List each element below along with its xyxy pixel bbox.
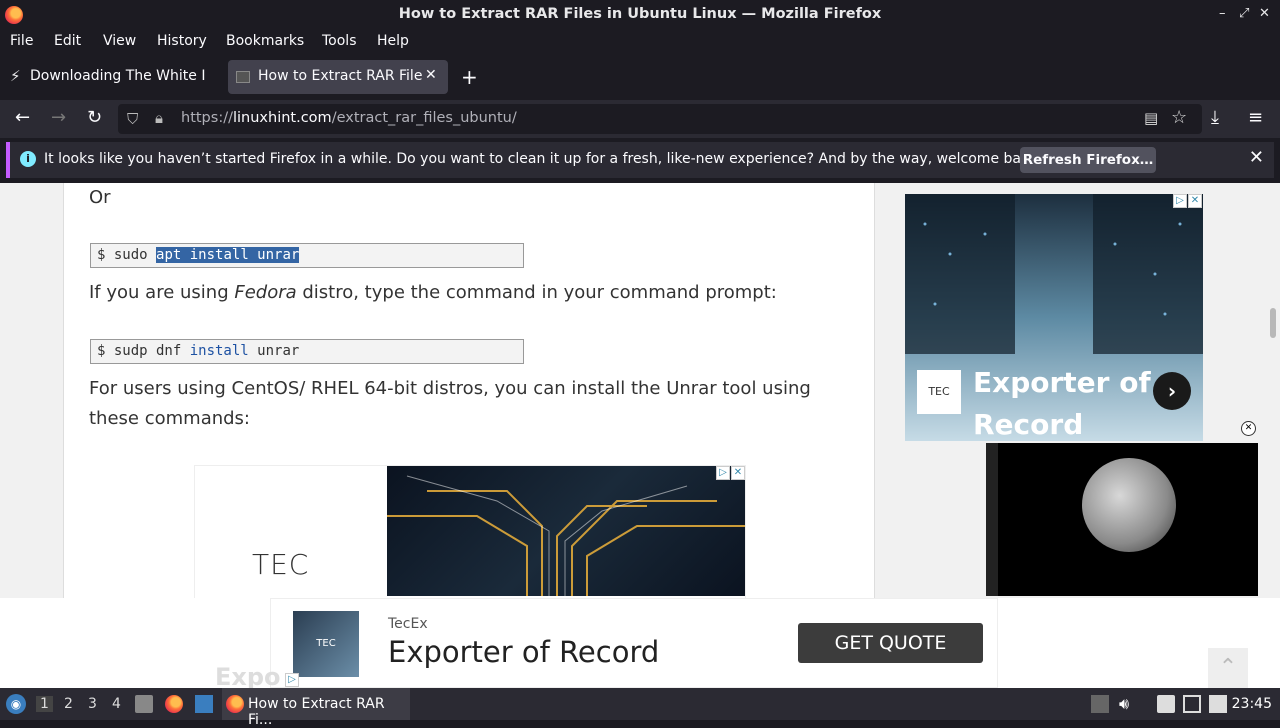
lightning-icon: ⚡ (10, 67, 21, 85)
tray-arrow-icon[interactable] (1091, 695, 1109, 713)
ad-brand: TecEx (388, 616, 428, 632)
back-arrow-icon[interactable]: ← (15, 107, 30, 128)
web-page: Or $ sudo apt install unrar If you are u… (0, 183, 1280, 688)
circuit-lines (387, 475, 745, 596)
video-sidebar (986, 443, 998, 596)
downloads-icon[interactable]: ⤓ (1211, 107, 1219, 128)
minimize-button[interactable]: – (1219, 6, 1226, 21)
get-quote-button[interactable]: GET QUOTE (798, 623, 983, 663)
window-titlebar: How to Extract RAR Files in Ubuntu Linux… (0, 0, 1280, 30)
inline-ad[interactable]: TEC ▷ ✕ (194, 465, 746, 605)
video-player[interactable] (986, 443, 1258, 596)
ad-choices-icon[interactable]: ▷ (716, 466, 730, 480)
volume-icon[interactable]: 🔊︎ (1119, 694, 1129, 714)
menu-help[interactable]: Help (377, 33, 409, 49)
clipboard-icon[interactable] (1157, 695, 1175, 713)
favicon-icon (236, 71, 250, 83)
right-ad[interactable]: TEC Exporter of Record › ▷ ✕ (905, 194, 1203, 441)
notification-bar: i It looks like you haven’t started Fire… (6, 142, 1274, 178)
reload-icon[interactable]: ↻ (87, 107, 102, 128)
centos-paragraph: For users using CentOS/ RHEL 64-bit dist… (89, 378, 811, 429)
code-block-apt: $ sudo apt install unrar (90, 243, 524, 268)
ad-choices-icon[interactable]: ▷ (285, 673, 299, 687)
fedora-paragraph: If you are using Fedora distro, type the… (89, 282, 777, 303)
firefox-launcher-icon[interactable] (165, 695, 183, 713)
chevron-right-icon[interactable]: › (1153, 372, 1191, 410)
maximize-button[interactable]: ⤢ (1239, 6, 1249, 21)
menu-history[interactable]: History (157, 33, 207, 49)
bottom-ad[interactable]: TEC TecEx Exporter of Record GET QUOTE (270, 598, 998, 688)
window-title: How to Extract RAR Files in Ubuntu Linux… (398, 6, 882, 22)
workspace-1[interactable]: 1 (36, 696, 53, 712)
tab-extract-rar[interactable]: How to Extract RAR Files ✕ (228, 60, 448, 94)
ad-headline: Exporter of Record (388, 635, 660, 669)
menu-tools[interactable]: Tools (322, 33, 357, 49)
display-icon[interactable] (1183, 695, 1201, 713)
scroll-to-top-button[interactable]: ⌃ (1208, 648, 1248, 688)
close-tab-icon[interactable]: ✕ (425, 67, 437, 83)
refresh-firefox-button[interactable]: Refresh Firefox… (1020, 147, 1156, 173)
clock: 23:45 (1231, 696, 1272, 712)
ad-close-icon[interactable]: ✕ (1188, 194, 1202, 208)
menu-file[interactable]: File (10, 33, 33, 49)
close-icon[interactable]: ✕ (1249, 147, 1264, 168)
tab-bar: ⚡ Downloading The White I How to Extract… (0, 60, 1280, 94)
circuit-image (387, 466, 745, 596)
notification-message: It looks like you haven’t started Firefo… (44, 151, 1043, 167)
faded-ad-text: Expo (215, 663, 281, 688)
tab-label: How to Extract RAR Files (258, 68, 422, 84)
code-block-dnf: $ sudp dnf install unrar (90, 339, 524, 364)
ad-thumbnail: TEC (293, 611, 359, 677)
task-label: How to Extract RAR Fi... (248, 696, 385, 728)
lock-icon[interactable]: 🔒︎ (155, 109, 163, 127)
notification-accent (6, 142, 10, 178)
menu-view[interactable]: View (103, 33, 136, 49)
url-text[interactable]: https://linuxhint.com/extract_rar_files_… (181, 110, 517, 126)
url-bar[interactable]: ⛉ 🔒︎ https://linuxhint.com/extract_rar_f… (118, 104, 1202, 134)
bookmark-star-icon[interactable]: ☆ (1171, 107, 1187, 128)
close-video-icon[interactable]: ✕ (1241, 421, 1256, 436)
workspace-4[interactable]: 4 (112, 696, 121, 712)
start-menu-icon[interactable]: ◉ (6, 694, 26, 714)
reader-view-icon[interactable]: ▤ (1144, 109, 1158, 127)
shield-icon[interactable]: ⛉ (127, 110, 138, 128)
tec-logo: TEC (252, 548, 310, 581)
forward-arrow-icon[interactable]: → (51, 107, 66, 128)
taskbar-window-firefox[interactable]: How to Extract RAR Fi... (222, 688, 410, 728)
file-manager-icon[interactable] (135, 695, 153, 713)
ad-choices-icon[interactable]: ▷ (1173, 194, 1187, 208)
ad-close-icon[interactable]: ✕ (731, 466, 745, 480)
hamburger-menu-icon[interactable]: ≡ (1248, 107, 1263, 128)
menu-bookmarks[interactable]: Bookmarks (226, 33, 304, 49)
workspace-3[interactable]: 3 (88, 696, 97, 712)
ad-headline: Exporter of Record (973, 366, 1151, 441)
tab-downloading[interactable]: ⚡ Downloading The White I (0, 60, 222, 94)
close-window-button[interactable]: ✕ (1259, 6, 1270, 21)
moon-image (1082, 458, 1176, 552)
update-icon[interactable] (1209, 695, 1227, 713)
tab-label: Downloading The White I (30, 68, 206, 84)
firefox-icon (226, 695, 244, 713)
scrollbar-thumb[interactable] (1270, 308, 1276, 338)
tec-logo: TEC (917, 370, 961, 414)
info-icon: i (20, 151, 36, 167)
new-tab-button[interactable]: + (461, 65, 478, 89)
or-text: Or (89, 187, 111, 208)
show-desktop-icon[interactable] (195, 695, 213, 713)
menu-bar: File Edit View History Bookmarks Tools H… (0, 30, 1280, 52)
workspace-2[interactable]: 2 (64, 696, 73, 712)
taskbar: ◉ 1 2 3 4 How to Extract RAR Fi... 🔊︎ 23… (0, 688, 1280, 728)
menu-edit[interactable]: Edit (54, 33, 81, 49)
navigation-bar: ← → ↻ ⛉ 🔒︎ https://linuxhint.com/extract… (0, 100, 1280, 138)
